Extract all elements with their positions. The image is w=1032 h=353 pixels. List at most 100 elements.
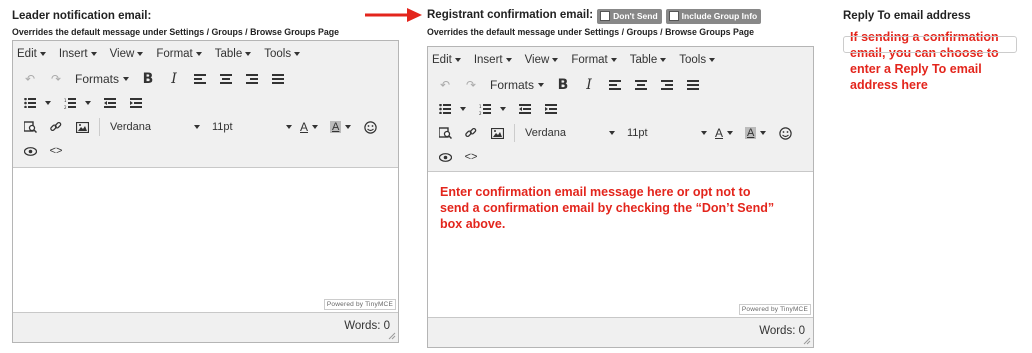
- powered-by-tinymce[interactable]: Powered by TinyMCE: [738, 304, 811, 315]
- indent-icon[interactable]: [540, 99, 562, 119]
- text-color-icon[interactable]: A: [296, 117, 322, 137]
- indent-icon[interactable]: [125, 93, 147, 113]
- link-icon[interactable]: [460, 123, 482, 143]
- outdent-icon[interactable]: [99, 93, 121, 113]
- align-left-icon[interactable]: [189, 69, 211, 89]
- preview-icon[interactable]: [19, 141, 41, 161]
- word-count: Words: 0: [759, 325, 805, 337]
- leader-notification-label: Leader notification email:: [12, 10, 152, 22]
- background-color-icon[interactable]: A: [326, 117, 355, 137]
- formats-dropdown[interactable]: Formats: [486, 75, 548, 95]
- caret-down-icon: [286, 125, 292, 129]
- align-right-icon[interactable]: [656, 75, 678, 95]
- menu-table[interactable]: Table: [630, 54, 667, 66]
- menu-edit[interactable]: Edit: [17, 48, 46, 60]
- toolbar-row-3: Verdana 11pt A A: [13, 115, 398, 139]
- align-left-icon[interactable]: [604, 75, 626, 95]
- powered-by-tinymce[interactable]: Powered by TinyMCE: [323, 299, 396, 310]
- caret-down-icon: [123, 77, 130, 81]
- include-group-info-checkbox[interactable]: Include Group Info: [665, 8, 762, 24]
- bold-icon[interactable]: B: [552, 75, 574, 95]
- caret-down-icon[interactable]: [460, 107, 466, 111]
- caret-down-icon[interactable]: [85, 101, 91, 105]
- text-color-icon[interactable]: A: [711, 123, 737, 143]
- menu-tools[interactable]: Tools: [679, 54, 716, 66]
- align-justify-icon[interactable]: [682, 75, 704, 95]
- outdent-icon[interactable]: [514, 99, 536, 119]
- checkbox-box: [668, 11, 679, 21]
- numbered-list-icon[interactable]: 12: [59, 93, 81, 113]
- menu-tools[interactable]: Tools: [264, 48, 301, 60]
- formats-dropdown[interactable]: Formats: [71, 69, 133, 89]
- menu-format[interactable]: Format: [156, 48, 202, 60]
- menu-insert[interactable]: Insert: [474, 54, 512, 66]
- link-icon[interactable]: [45, 117, 67, 137]
- caret-down-icon[interactable]: [500, 107, 506, 111]
- font-family-select[interactable]: Verdana: [521, 127, 619, 139]
- caret-down-icon: [727, 131, 734, 135]
- caret-down-icon: [195, 52, 202, 56]
- editor-content-area[interactable]: Powered by TinyMCE: [13, 167, 398, 313]
- leader-notification-subtext: Overrides the default message under Sett…: [12, 27, 340, 37]
- menu-edit[interactable]: Edit: [432, 54, 461, 66]
- align-right-icon[interactable]: [241, 69, 263, 89]
- emoticon-icon[interactable]: [774, 123, 796, 143]
- dont-send-checkbox[interactable]: Don't Send: [597, 8, 662, 24]
- caret-down-icon: [538, 83, 545, 87]
- search-replace-icon[interactable]: [434, 123, 456, 143]
- leader-notification-section: Leader notification email: Overrides the…: [12, 0, 399, 343]
- editor-content-area[interactable]: Enter confirmation email message here or…: [428, 171, 813, 318]
- font-size-select[interactable]: 11pt: [623, 127, 711, 139]
- editor-menubar: Edit Insert View Format Table Tools: [428, 47, 813, 73]
- font-size-select[interactable]: 11pt: [208, 121, 296, 133]
- undo-icon[interactable]: ↶: [19, 69, 41, 89]
- undo-icon[interactable]: ↶: [434, 75, 456, 95]
- bullet-list-icon[interactable]: [19, 93, 41, 113]
- caret-down-icon: [505, 58, 512, 62]
- numbered-list-icon[interactable]: 12: [474, 99, 496, 119]
- code-icon[interactable]: <>: [460, 147, 482, 167]
- align-center-icon[interactable]: [630, 75, 652, 95]
- caret-down-icon: [137, 52, 144, 56]
- resize-grip-icon[interactable]: [803, 337, 811, 345]
- background-color-icon[interactable]: A: [741, 123, 770, 143]
- bold-icon[interactable]: B: [137, 69, 159, 89]
- italic-icon[interactable]: I: [163, 69, 185, 89]
- registrant-confirmation-label: Registrant confirmation email:: [427, 9, 594, 21]
- emoticon-icon[interactable]: [359, 117, 381, 137]
- registrant-rich-text-editor: Edit Insert View Format Table Tools ↶ ↷ …: [427, 46, 814, 348]
- reply-to-label: Reply To email address: [843, 10, 971, 22]
- image-icon[interactable]: [486, 123, 508, 143]
- caret-down-icon: [245, 52, 252, 56]
- caret-down-icon[interactable]: [45, 101, 51, 105]
- menu-insert[interactable]: Insert: [59, 48, 97, 60]
- search-replace-icon[interactable]: [19, 117, 41, 137]
- menu-format[interactable]: Format: [571, 54, 617, 66]
- menu-table[interactable]: Table: [215, 48, 252, 60]
- resize-grip-icon[interactable]: [388, 332, 396, 340]
- registrant-annotation-text: Enter confirmation email message here or…: [440, 185, 775, 231]
- svg-text:2: 2: [64, 105, 67, 109]
- redo-icon[interactable]: ↷: [460, 75, 482, 95]
- caret-down-icon: [760, 131, 767, 135]
- toolbar-divider: [99, 118, 100, 136]
- caret-down-icon: [312, 125, 319, 129]
- caret-down-icon: [454, 58, 461, 62]
- redo-icon[interactable]: ↷: [45, 69, 67, 89]
- word-count: Words: 0: [344, 320, 390, 332]
- font-family-select[interactable]: Verdana: [106, 121, 204, 133]
- caret-down-icon: [660, 58, 667, 62]
- align-justify-icon[interactable]: [267, 69, 289, 89]
- editor-statusbar: Words: 0: [428, 315, 813, 347]
- bullet-list-icon[interactable]: [434, 99, 456, 119]
- code-icon[interactable]: <>: [45, 141, 67, 161]
- image-icon[interactable]: [71, 117, 93, 137]
- preview-icon[interactable]: [434, 147, 456, 167]
- menu-view[interactable]: View: [110, 48, 144, 60]
- registrant-confirmation-subtext: Overrides the default message under Sett…: [427, 27, 755, 37]
- align-center-icon[interactable]: [215, 69, 237, 89]
- menu-view[interactable]: View: [525, 54, 559, 66]
- caret-down-icon: [552, 58, 559, 62]
- italic-icon[interactable]: I: [578, 75, 600, 95]
- reply-to-email-input[interactable]: [843, 36, 1017, 53]
